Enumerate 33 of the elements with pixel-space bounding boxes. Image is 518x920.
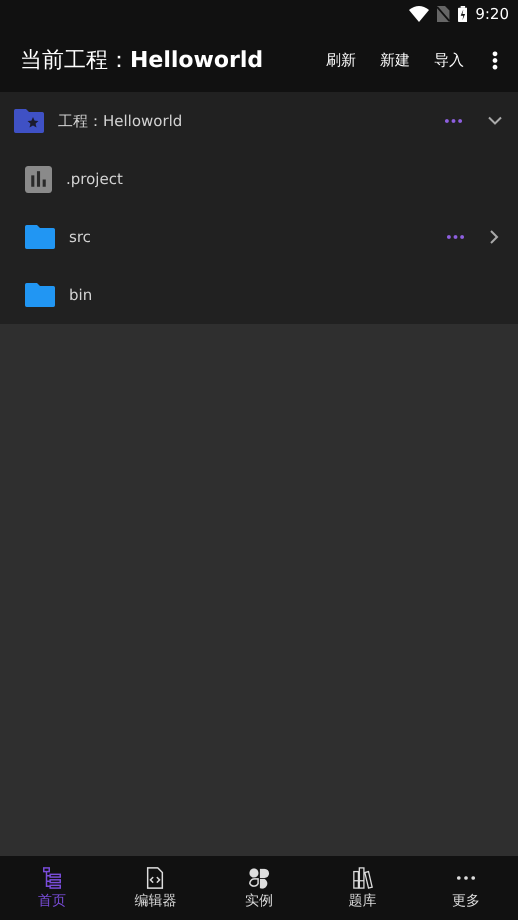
starred-folder-icon	[14, 109, 44, 133]
chevron-right-icon[interactable]	[490, 230, 499, 244]
wifi-icon	[409, 6, 430, 22]
tree-item[interactable]: bin	[0, 266, 518, 324]
nav-tab[interactable]: 题库	[310, 856, 414, 920]
nav-tab[interactable]: 实例	[207, 856, 311, 920]
app-title: 当前工程：Helloworld	[20, 47, 264, 75]
clock: 9:20	[475, 5, 509, 23]
folder-icon	[25, 283, 55, 307]
tree-item[interactable]: src	[0, 208, 518, 266]
tree-item[interactable]: 工程：Helloworld	[0, 92, 518, 150]
more-icon[interactable]	[447, 235, 464, 239]
battery-charging-icon	[458, 6, 468, 22]
no-sim-icon	[437, 6, 450, 22]
action-button[interactable]: 刷新	[316, 44, 366, 76]
nav-tab[interactable]: 编辑器	[104, 856, 208, 920]
item-label: bin	[69, 286, 94, 304]
more-icon	[457, 876, 476, 880]
action-button[interactable]: 新建	[370, 44, 420, 76]
folder-icon	[25, 225, 55, 249]
item-label: .project	[66, 170, 124, 188]
item-label: src	[69, 228, 92, 246]
more-icon[interactable]	[445, 119, 462, 123]
item-label: 工程：Helloworld	[58, 112, 184, 130]
chart-file-icon	[25, 166, 52, 192]
books-icon	[352, 866, 374, 888]
overflow-menu-icon[interactable]	[492, 50, 498, 70]
nav-tab[interactable]: 首页	[0, 856, 104, 920]
tree-item[interactable]: .project	[0, 150, 518, 208]
tree-icon	[40, 866, 63, 888]
nav-tab[interactable]: 更多	[414, 856, 518, 920]
action-button[interactable]: 导入	[424, 44, 474, 76]
shapes-icon	[248, 866, 270, 888]
